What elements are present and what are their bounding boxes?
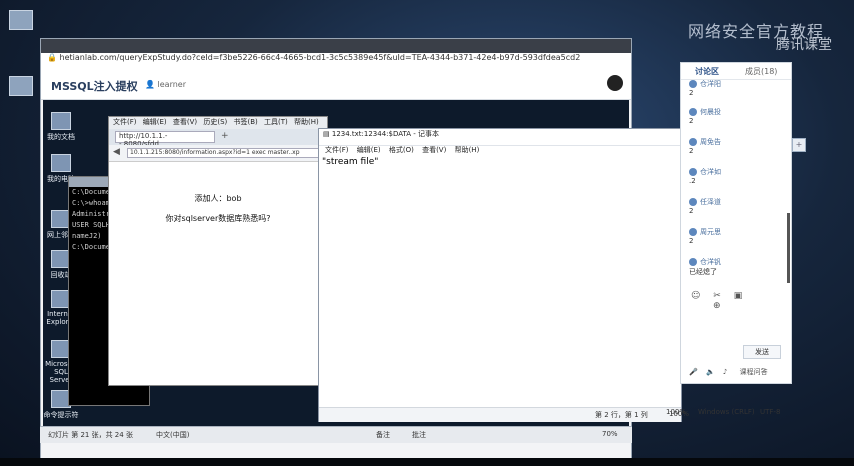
chat-message: 周元思 2 (689, 228, 721, 245)
desktop-icon-documents[interactable]: 我的文档 (43, 112, 79, 142)
panel-bottom-row: 🎤 🔈 ♪ 课程问答 (689, 367, 789, 377)
notepad-menu-help[interactable]: 帮助(H) (455, 146, 480, 154)
menu-history[interactable]: 历史(S) (203, 118, 227, 126)
qa-link[interactable]: 课程问答 (740, 368, 768, 376)
image-icon[interactable]: ▣ (734, 291, 743, 301)
browser-tab[interactable]: http://10.1.1.--.8080/sfdd... (115, 131, 215, 148)
notepad-titlebar: ▤ 1234.txt:12344:$DATA - 记事本 (319, 129, 681, 146)
notes-button[interactable]: 备注 (376, 430, 390, 440)
menu-tools[interactable]: 工具(T) (264, 118, 288, 126)
panel-side-button[interactable]: + (792, 138, 806, 152)
avatar (689, 168, 697, 176)
computer-icon (9, 10, 33, 30)
chat-message: 仓洋如 .2 (689, 168, 721, 185)
notepad-window: ▤ 1234.txt:12344:$DATA - 记事本 文件(F) 编辑(E)… (318, 128, 689, 422)
learner-label[interactable]: 👤 learner (145, 80, 186, 89)
notepad-menu-view[interactable]: 查看(V) (422, 146, 446, 154)
watermark-brand: 腾讯课堂 (776, 37, 832, 53)
outer-desktop-icon[interactable] (4, 10, 38, 32)
avatar (689, 138, 697, 146)
address-bar[interactable]: 🔒 hetianlab.com/queryExpStudy.do?ceId=f3… (41, 53, 631, 70)
chat-message: 仓洋阳 2 (689, 80, 721, 97)
chat-message: 任泽道 2 (689, 198, 721, 215)
tab-discussion[interactable]: 讨论区 (695, 66, 719, 77)
lab-header: MSSQL注入提权 👤 learner (41, 69, 631, 100)
bottom-strip (0, 458, 854, 466)
notepad-title: 1234.txt:12344:$DATA - 记事本 (331, 130, 439, 138)
slide-counter: 幻灯片 第 21 张，共 24 张 (48, 431, 133, 439)
chat-message: 仓洋钒 已经熄了 (689, 258, 721, 276)
notepad-menu-format[interactable]: 格式(O) (389, 146, 414, 154)
avatar (689, 198, 697, 206)
notepad-menu-edit[interactable]: 编辑(E) (357, 146, 381, 154)
avatar (689, 80, 697, 88)
chat-toolbar: ☺ ✂ ▣ ⊕ (691, 291, 791, 311)
comments-button[interactable]: 批注 (412, 430, 426, 440)
menu-edit[interactable]: 编辑(E) (143, 118, 167, 126)
chat-message: 何晨投 2 (689, 108, 721, 125)
chat-message: 周免告 2 (689, 138, 721, 155)
chat-scrollbar[interactable] (787, 213, 790, 283)
folder-icon (51, 112, 71, 130)
ie-tabrow: http://10.1.1.--.8080/sfdd... + (109, 129, 327, 148)
emoji-icon[interactable]: ☺ (691, 291, 700, 301)
language-indicator[interactable]: 中文(中国) (156, 430, 189, 440)
lock-icon: 🔒 (47, 53, 57, 62)
question-text: 你对sqlserver数据库熟悉吗? (165, 214, 271, 223)
menu-help[interactable]: 帮助(H) (294, 118, 319, 126)
avatar (689, 108, 697, 116)
new-tab-icon[interactable]: + (221, 131, 229, 141)
status-position: 第 2 行，第 1 列 (595, 411, 648, 419)
scissors-icon[interactable]: ✂ (713, 291, 721, 301)
remote-statusbar: 幻灯片 第 21 张，共 24 张 中文(中国) 备注 批注 70% (40, 426, 632, 443)
status-eol: Windows (CRLF) (698, 408, 755, 416)
address-url: hetianlab.com/queryExpStudy.do?ceId=f3be… (59, 53, 581, 62)
microphone-icon[interactable]: 🎤 (689, 368, 698, 376)
zoom-level: 70% (602, 430, 618, 438)
ie-window: 文件(F) 编辑(E) 查看(V) 历史(S) 书签(B) 工具(T) 帮助(H… (108, 116, 328, 386)
browser-titlebar (41, 39, 631, 53)
panel-tabs: 讨论区 成员(18) (681, 63, 791, 80)
music-icon[interactable]: ♪ (723, 368, 727, 376)
avatar (689, 258, 697, 266)
notepad-text[interactable]: "stream file" (322, 157, 378, 167)
discussion-panel: 讨论区 成员(18) 仓洋阳 2 何晨投 2 周免告 2 仓洋如 .2 任泽道 2 周元思… (680, 62, 792, 384)
speaker-icon[interactable]: 🔈 (706, 368, 715, 376)
tab-members[interactable]: 成员(18) (745, 66, 777, 77)
notepad-menubar: 文件(F) 编辑(E) 格式(O) 查看(V) 帮助(H) (319, 145, 681, 157)
notepad-icon: ▤ (323, 130, 330, 138)
menu-bookmarks[interactable]: 书签(B) (234, 118, 258, 126)
clock-icon[interactable] (607, 75, 623, 91)
send-button[interactable]: 发送 (743, 345, 781, 359)
menu-file[interactable]: 文件(F) (113, 118, 137, 126)
outer-desktop-icon[interactable] (4, 76, 38, 98)
add-icon[interactable]: ⊕ (713, 301, 721, 311)
status-zoom-visible: 100% (666, 408, 687, 416)
menu-view[interactable]: 查看(V) (173, 118, 197, 126)
ie-navrow: ◀ 10.1.1.215:8080/information.aspx?id=1 … (109, 145, 327, 162)
notepad-statusbar: 第 2 行，第 1 列 100% (319, 407, 689, 422)
avatar (689, 228, 697, 236)
notepad-menu-file[interactable]: 文件(F) (325, 146, 349, 154)
back-icon[interactable]: ◀ (113, 147, 120, 157)
network-icon (9, 76, 33, 96)
ie-url-field[interactable]: 10.1.1.215:8080/information.aspx?id=1 ex… (127, 148, 323, 158)
lab-title: MSSQL注入提权 (51, 80, 138, 93)
computer-icon (51, 154, 71, 172)
added-by-text: 添加人：bob (194, 194, 242, 203)
status-encoding: UTF-8 (760, 408, 781, 416)
